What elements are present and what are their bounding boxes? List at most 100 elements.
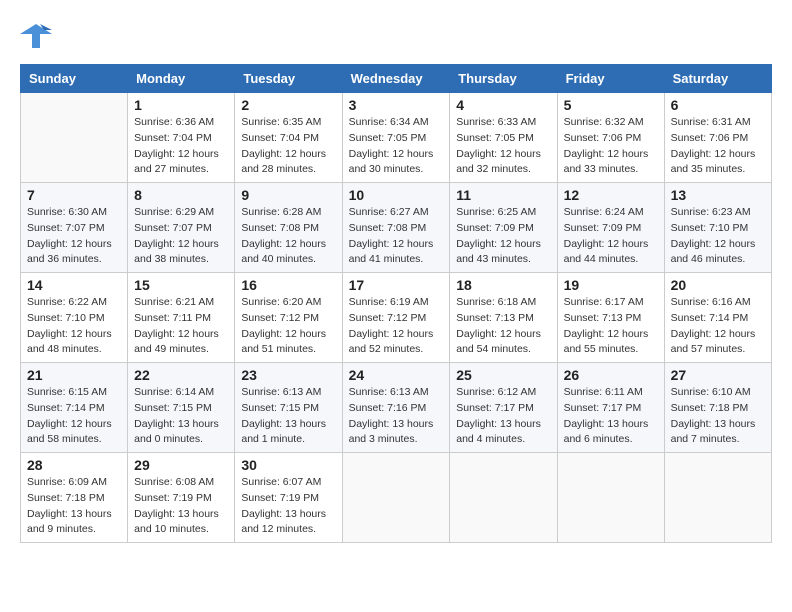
calendar-cell: 16Sunrise: 6:20 AM Sunset: 7:12 PM Dayli… [235, 273, 342, 363]
calendar-cell: 25Sunrise: 6:12 AM Sunset: 7:17 PM Dayli… [450, 363, 557, 453]
calendar-cell [342, 453, 450, 543]
day-info: Sunrise: 6:09 AM Sunset: 7:18 PM Dayligh… [27, 475, 121, 538]
day-number: 27 [671, 367, 765, 383]
day-number: 9 [241, 187, 335, 203]
day-number: 1 [134, 97, 228, 113]
day-info: Sunrise: 6:10 AM Sunset: 7:18 PM Dayligh… [671, 385, 765, 448]
day-info: Sunrise: 6:07 AM Sunset: 7:19 PM Dayligh… [241, 475, 335, 538]
day-number: 28 [27, 457, 121, 473]
calendar-cell: 11 Sunrise: 6:25 AM Sunset: 7:09 PM Dayli… [450, 183, 557, 273]
day-number: 6 [671, 97, 765, 113]
calendar-cell: 29 Sunrise: 6:08 AM Sunset: 7:19 PM Dayli… [128, 453, 235, 543]
day-info: Sunrise: 6:14 AM Sunset: 7:15 PM Dayligh… [134, 385, 228, 448]
calendar-cell: 28 Sunrise: 6:09 AM Sunset: 7:18 PM Dayli… [21, 453, 128, 543]
day-number: 12 [564, 187, 658, 203]
day-header-sunday: Sunday [21, 65, 128, 93]
calendar-cell: 13 Sunrise: 6:23 AM Sunset: 7:10 PM Dayli… [664, 183, 771, 273]
day-info: Sunrise: 6:08 AM Sunset: 7:19 PM Dayligh… [134, 475, 228, 538]
day-info: Sunrise: 6:15 AM Sunset: 7:14 PM Dayligh… [27, 385, 121, 448]
day-number: 15 [134, 277, 228, 293]
day-number: 14 [27, 277, 121, 293]
calendar-cell: 10Sunrise: 6:27 AM Sunset: 7:08 PM Dayli… [342, 183, 450, 273]
page-header [20, 20, 772, 48]
calendar-cell: 22 Sunrise: 6:14 AM Sunset: 7:15 PM Dayli… [128, 363, 235, 453]
day-number: 24 [349, 367, 444, 383]
day-info: Sunrise: 6:23 AM Sunset: 7:10 PM Dayligh… [671, 205, 765, 268]
day-info: Sunrise: 6:34 AM Sunset: 7:05 PM Dayligh… [349, 115, 444, 178]
day-info: Sunrise: 6:36 AM Sunset: 7:04 PM Dayligh… [134, 115, 228, 178]
day-number: 8 [134, 187, 228, 203]
calendar-week-row: 28 Sunrise: 6:09 AM Sunset: 7:18 PM Dayli… [21, 453, 772, 543]
calendar-cell: 20 Sunrise: 6:16 AM Sunset: 7:14 PM Dayli… [664, 273, 771, 363]
day-number: 30 [241, 457, 335, 473]
calendar-cell: 5Sunrise: 6:32 AM Sunset: 7:06 PM Daylig… [557, 93, 664, 183]
calendar-cell: 2 Sunrise: 6:35 AM Sunset: 7:04 PM Daylig… [235, 93, 342, 183]
calendar-cell: 8 Sunrise: 6:29 AM Sunset: 7:07 PM Daylig… [128, 183, 235, 273]
day-info: Sunrise: 6:29 AM Sunset: 7:07 PM Dayligh… [134, 205, 228, 268]
day-number: 3 [349, 97, 444, 113]
day-number: 11 [456, 187, 550, 203]
day-info: Sunrise: 6:11 AM Sunset: 7:17 PM Dayligh… [564, 385, 658, 448]
calendar-cell: 24 Sunrise: 6:13 AM Sunset: 7:16 PM Dayli… [342, 363, 450, 453]
day-info: Sunrise: 6:27 AM Sunset: 7:08 PM Dayligh… [349, 205, 444, 268]
logo-icon [20, 20, 52, 48]
day-number: 18 [456, 277, 550, 293]
calendar-cell [21, 93, 128, 183]
day-info: Sunrise: 6:21 AM Sunset: 7:11 PM Dayligh… [134, 295, 228, 358]
day-header-monday: Monday [128, 65, 235, 93]
day-number: 13 [671, 187, 765, 203]
day-header-tuesday: Tuesday [235, 65, 342, 93]
calendar-week-row: 14 Sunrise: 6:22 AM Sunset: 7:10 PM Dayli… [21, 273, 772, 363]
calendar-cell: 17 Sunrise: 6:19 AM Sunset: 7:12 PM Dayli… [342, 273, 450, 363]
calendar-cell [664, 453, 771, 543]
day-number: 23 [241, 367, 335, 383]
calendar-week-row: 1 Sunrise: 6:36 AM Sunset: 7:04 PM Daylig… [21, 93, 772, 183]
calendar-week-row: 21 Sunrise: 6:15 AM Sunset: 7:14 PM Dayli… [21, 363, 772, 453]
day-header-friday: Friday [557, 65, 664, 93]
calendar-cell: 3 Sunrise: 6:34 AM Sunset: 7:05 PM Daylig… [342, 93, 450, 183]
calendar-cell: 4 Sunrise: 6:33 AM Sunset: 7:05 PM Daylig… [450, 93, 557, 183]
day-number: 2 [241, 97, 335, 113]
day-info: Sunrise: 6:32 AM Sunset: 7:06 PM Dayligh… [564, 115, 658, 178]
day-number: 25 [456, 367, 550, 383]
day-info: Sunrise: 6:30 AM Sunset: 7:07 PM Dayligh… [27, 205, 121, 268]
calendar-cell [450, 453, 557, 543]
day-number: 22 [134, 367, 228, 383]
day-info: Sunrise: 6:22 AM Sunset: 7:10 PM Dayligh… [27, 295, 121, 358]
calendar-cell: 30 Sunrise: 6:07 AM Sunset: 7:19 PM Dayli… [235, 453, 342, 543]
calendar-cell: 27 Sunrise: 6:10 AM Sunset: 7:18 PM Dayli… [664, 363, 771, 453]
calendar-cell: 14 Sunrise: 6:22 AM Sunset: 7:10 PM Dayli… [21, 273, 128, 363]
day-number: 20 [671, 277, 765, 293]
day-info: Sunrise: 6:13 AM Sunset: 7:16 PM Dayligh… [349, 385, 444, 448]
calendar-cell: 26Sunrise: 6:11 AM Sunset: 7:17 PM Dayli… [557, 363, 664, 453]
day-info: Sunrise: 6:35 AM Sunset: 7:04 PM Dayligh… [241, 115, 335, 178]
day-info: Sunrise: 6:13 AM Sunset: 7:15 PM Dayligh… [241, 385, 335, 448]
calendar-cell: 9 Sunrise: 6:28 AM Sunset: 7:08 PM Daylig… [235, 183, 342, 273]
calendar-cell: 23 Sunrise: 6:13 AM Sunset: 7:15 PM Dayli… [235, 363, 342, 453]
calendar-cell: 18 Sunrise: 6:18 AM Sunset: 7:13 PM Dayli… [450, 273, 557, 363]
day-number: 29 [134, 457, 228, 473]
day-info: Sunrise: 6:25 AM Sunset: 7:09 PM Dayligh… [456, 205, 550, 268]
day-number: 17 [349, 277, 444, 293]
day-header-thursday: Thursday [450, 65, 557, 93]
calendar-cell: 15 Sunrise: 6:21 AM Sunset: 7:11 PM Dayli… [128, 273, 235, 363]
day-info: Sunrise: 6:33 AM Sunset: 7:05 PM Dayligh… [456, 115, 550, 178]
day-number: 19 [564, 277, 658, 293]
calendar-cell: 21 Sunrise: 6:15 AM Sunset: 7:14 PM Dayli… [21, 363, 128, 453]
day-number: 21 [27, 367, 121, 383]
calendar-table: SundayMondayTuesdayWednesdayThursdayFrid… [20, 64, 772, 543]
day-info: Sunrise: 6:28 AM Sunset: 7:08 PM Dayligh… [241, 205, 335, 268]
calendar-cell: 12 Sunrise: 6:24 AM Sunset: 7:09 PM Dayli… [557, 183, 664, 273]
calendar-cell: 19Sunrise: 6:17 AM Sunset: 7:13 PM Dayli… [557, 273, 664, 363]
day-info: Sunrise: 6:24 AM Sunset: 7:09 PM Dayligh… [564, 205, 658, 268]
day-info: Sunrise: 6:19 AM Sunset: 7:12 PM Dayligh… [349, 295, 444, 358]
day-info: Sunrise: 6:18 AM Sunset: 7:13 PM Dayligh… [456, 295, 550, 358]
day-header-wednesday: Wednesday [342, 65, 450, 93]
calendar-cell [557, 453, 664, 543]
day-number: 16 [241, 277, 335, 293]
day-info: Sunrise: 6:16 AM Sunset: 7:14 PM Dayligh… [671, 295, 765, 358]
calendar-header-row: SundayMondayTuesdayWednesdayThursdayFrid… [21, 65, 772, 93]
calendar-cell: 6 Sunrise: 6:31 AM Sunset: 7:06 PM Daylig… [664, 93, 771, 183]
day-number: 4 [456, 97, 550, 113]
day-info: Sunrise: 6:31 AM Sunset: 7:06 PM Dayligh… [671, 115, 765, 178]
